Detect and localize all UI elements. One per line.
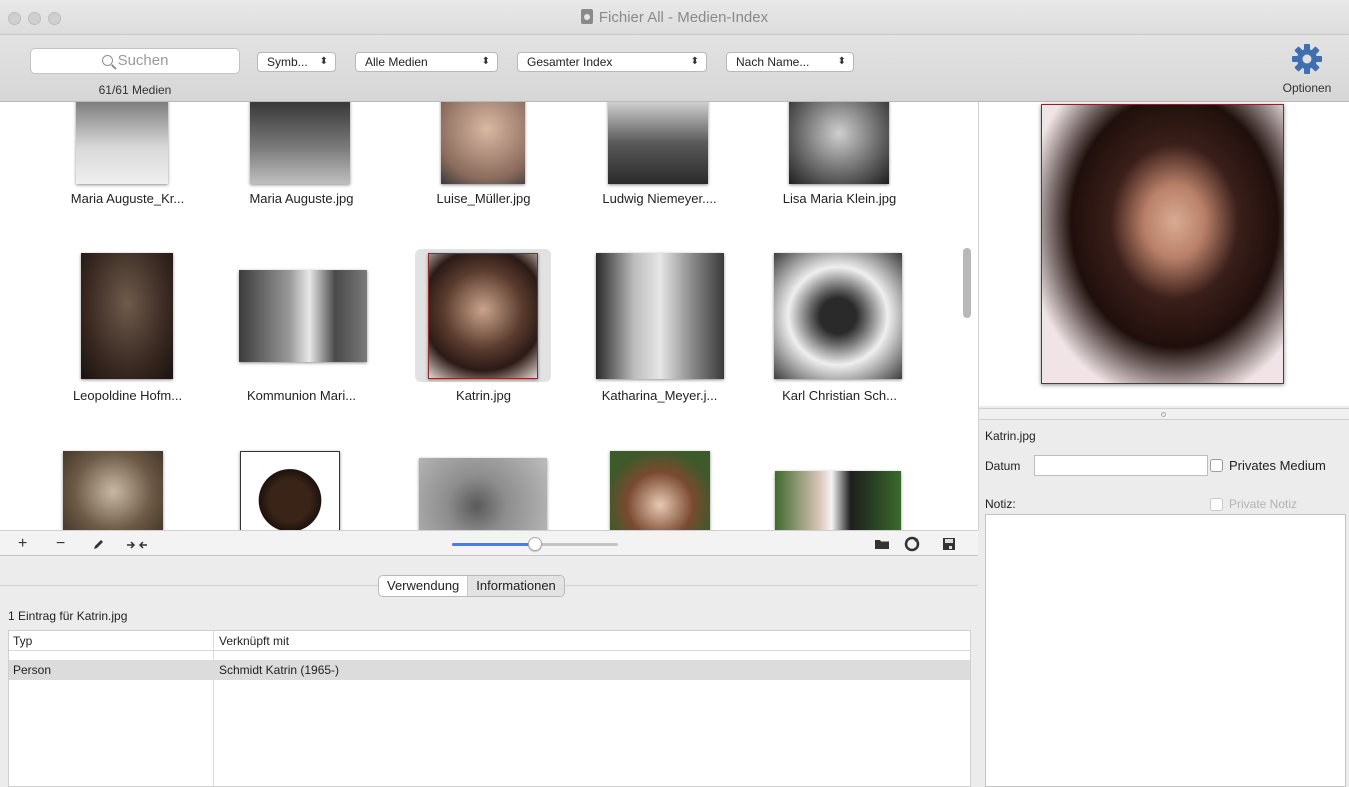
media-caption: Ludwig Niemeyer.... [602,191,717,206]
gear-icon [1292,44,1322,74]
title-bar: Fichier All - Medien-Index [0,0,1349,35]
media-thumbnail[interactable] [774,253,902,379]
note-textarea[interactable] [985,514,1346,787]
media-thumbnail[interactable] [419,458,547,530]
media-thumbnail[interactable] [608,102,708,184]
save-icon[interactable] [942,537,956,551]
media-caption: Katharina_Meyer.j... [601,388,718,403]
media-caption: Karl Christian Sch... [782,388,897,403]
media-thumbnail[interactable] [610,451,710,530]
private-media-label: Privates Medium [1229,458,1326,473]
media-thumbnail[interactable] [789,102,889,184]
media-count: 61/61 Medien [98,83,172,97]
merge-arrows-icon[interactable] [126,539,148,551]
split-handle-dot [1161,412,1166,417]
grid-action-bar: + − [0,530,978,556]
grid-scrollbar[interactable] [963,248,971,318]
options-button[interactable]: Optionen [1277,42,1337,95]
refresh-icon[interactable] [904,536,920,552]
date-label: Datum [985,459,1021,473]
tab-verwendung[interactable]: Verwendung [379,576,467,596]
slider-fill [452,543,535,546]
sort-popup[interactable]: Nach Name... ⬍ [726,52,854,72]
media-caption: Maria Auguste_Kr... [70,191,185,206]
media-caption: Luise_Müller.jpg [436,191,531,206]
toolbar: Suchen 61/61 Medien Symb... ⬍ Alle Medien… [0,35,1349,102]
window-title: Fichier All - Medien-Index [0,9,1349,26]
usage-panel: Verwendung Informationen 1 Eintrag für K… [0,557,978,787]
table-row[interactable]: Person Schmidt Katrin (1965-) [9,660,970,680]
pencil-icon[interactable] [92,538,105,551]
split-handle[interactable] [979,408,1349,420]
media-thumbnail[interactable] [81,253,173,379]
links-table: Typ Verknüpft mit Person Schmidt Katrin … [8,630,971,787]
media-filter-popup[interactable]: Alle Medien ⬍ [355,52,498,72]
preview-area [979,102,1349,406]
private-note-checkbox[interactable] [1210,498,1223,511]
column-header-link[interactable]: Verknüpft mit [219,631,289,651]
media-caption: Lisa Maria Klein.jpg [782,191,897,206]
media-thumbnail[interactable] [441,102,525,184]
info-tabs: Verwendung Informationen [378,575,565,597]
column-divider [213,631,214,787]
media-thumbnail[interactable] [239,270,367,362]
media-caption: Leopoldine Hofm... [72,388,183,403]
media-thumbnail[interactable] [775,471,901,530]
media-caption: Maria Auguste.jpg [249,191,354,206]
search-icon [101,55,113,66]
stepper-arrows-icon: ⬍ [837,56,846,67]
media-thumbnail[interactable] [76,102,168,184]
private-media-checkbox[interactable] [1210,459,1223,472]
thumbnail-size-slider[interactable] [452,537,618,551]
media-caption: Katrin.jpg [456,388,511,403]
folder-icon[interactable] [874,538,890,550]
search-input[interactable]: Suchen [30,48,240,74]
stepper-arrows-icon: ⬍ [690,56,699,67]
media-thumbnail-selected[interactable] [428,253,538,379]
index-filter-popup[interactable]: Gesamter Index ⬍ [517,52,707,72]
tab-informationen[interactable]: Informationen [467,576,564,596]
note-label: Notiz: [985,497,1016,511]
media-preview-image [1041,104,1284,384]
private-note-label: Private Notiz [1229,497,1298,511]
media-grid[interactable]: Maria Auguste_Kr... Maria Auguste.jpg Lu… [0,102,978,530]
column-header-typ[interactable]: Typ [13,631,32,651]
media-thumbnail[interactable] [596,253,724,379]
view-mode-popup[interactable]: Symb... ⬍ [257,52,336,72]
details-panel: Katrin.jpg Datum Privates Medium Notiz: … [979,102,1349,787]
stepper-arrows-icon: ⬍ [319,56,328,67]
document-icon [580,9,593,24]
date-field[interactable] [1034,455,1208,476]
media-thumbnail[interactable] [240,451,340,530]
remove-media-button[interactable]: − [56,535,65,553]
entry-count-label: 1 Eintrag für Katrin.jpg [8,609,128,623]
media-thumbnail[interactable] [250,102,350,184]
selected-filename: Katrin.jpg [985,429,1036,443]
table-header: Typ Verknüpft mit [9,631,970,651]
media-thumbnail[interactable] [63,451,163,530]
stepper-arrows-icon: ⬍ [481,56,490,67]
add-media-button[interactable]: + [18,535,27,553]
media-caption: Kommunion Mari... [246,388,357,403]
slider-knob[interactable] [528,537,542,551]
